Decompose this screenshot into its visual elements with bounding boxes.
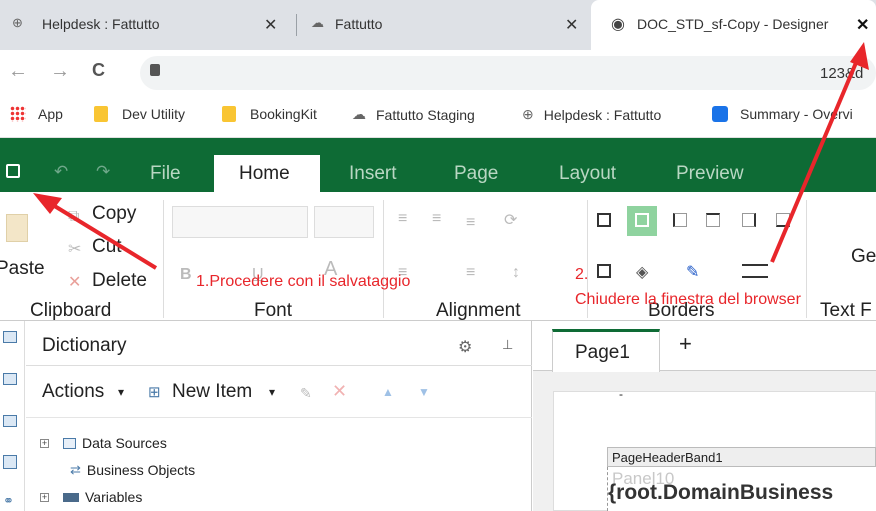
annotation-step2: Chiudere la finestra del browser <box>575 291 801 308</box>
annotation-step2-number: 2. <box>575 266 589 283</box>
annotation-arrows <box>33 42 869 270</box>
arrow-close-line <box>770 57 860 263</box>
arrow-save-head <box>33 193 62 214</box>
arrow-save-line <box>46 200 158 270</box>
annotation-step1: 1.Procedere con il salvataggio <box>196 273 411 290</box>
